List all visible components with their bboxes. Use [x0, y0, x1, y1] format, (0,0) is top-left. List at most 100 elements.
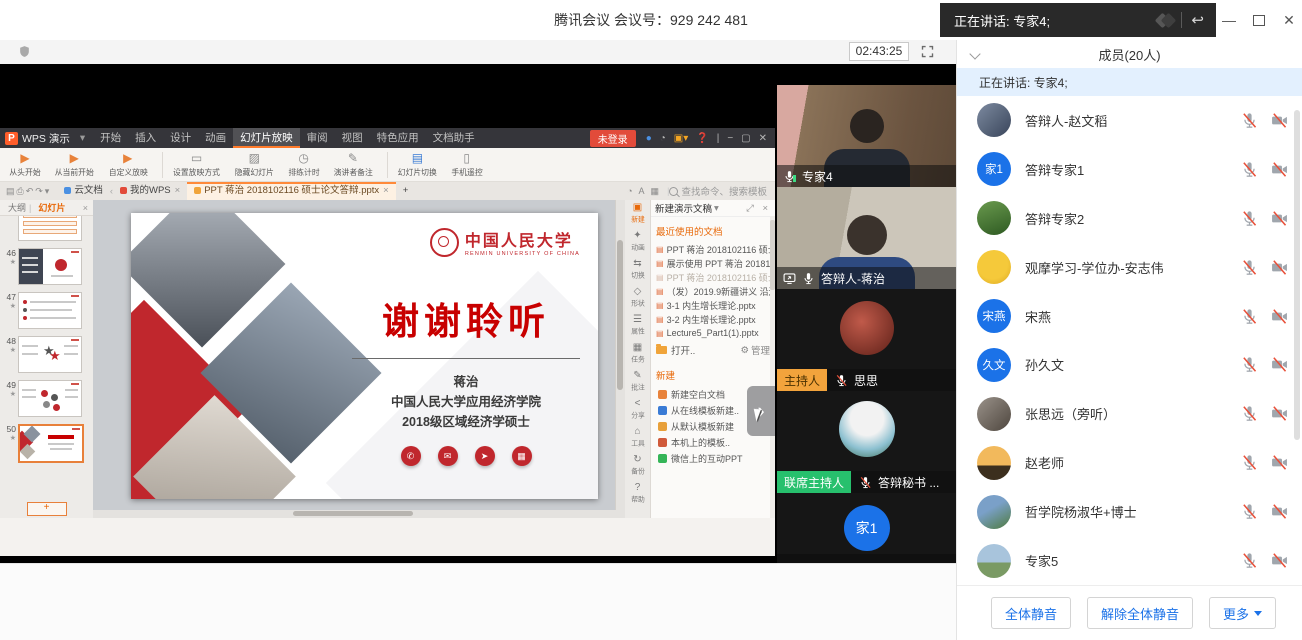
side-tool: ✦动画 [630, 230, 646, 258]
wps-titlebar: P WPS 演示 ▾ 开始 插入 设计 动画 幻灯片放映 审阅 视图 特色应用 … [0, 128, 775, 148]
member-row[interactable]: 宋燕 宋燕 [957, 292, 1302, 341]
camera-off-icon[interactable] [1271, 259, 1288, 276]
meeting-toolbar: 解除静音 开启视频 共享屏幕 + 邀请 管理成... 聊天 [0, 563, 956, 640]
slide-thumb: 47★ [0, 292, 93, 329]
slide-canvas: 中国人民大学 RENMIN UNIVERSITY OF CHINA 谢谢聆听 蒋… [93, 200, 625, 518]
member-name: 答辩专家1 [1025, 160, 1241, 179]
manage-link: ⚙管理 [740, 343, 770, 357]
mic-muted-icon[interactable] [1241, 552, 1258, 569]
side-tool: <分享 [630, 398, 646, 426]
video-tile-expert1[interactable]: 家1 [777, 493, 956, 563]
members-title: 成员(20人) [1098, 45, 1160, 64]
reply-arrow-icon[interactable]: ↩ [1191, 11, 1204, 29]
ruc-name-en: RENMIN UNIVERSITY OF CHINA [465, 251, 580, 257]
doc-tab-cloud: 云文档 [57, 182, 110, 200]
ruc-logo: 中国人民大学 RENMIN UNIVERSITY OF CHINA [430, 227, 580, 257]
slide-contact-icons: ✆ ✉ ➤ ▦ [346, 446, 586, 466]
camera-off-icon[interactable] [1271, 405, 1288, 422]
fullscreen-icon[interactable] [920, 44, 935, 59]
slide-thumbnails-panel: 大纲 | 幻灯片 × 46★ [0, 200, 94, 518]
member-name: 张思远（旁听） [1025, 404, 1241, 423]
side-tool: ✎批注 [630, 370, 646, 398]
phone-icon: ✆ [401, 446, 421, 466]
mic-muted-icon[interactable] [1241, 161, 1258, 178]
mic-muted-icon[interactable] [1241, 308, 1258, 325]
camera-off-icon[interactable] [1271, 210, 1288, 227]
wps-titlebar-icon: ◔ [660, 133, 666, 144]
mic-muted-icon [835, 374, 848, 387]
video-label-partial [777, 554, 956, 563]
outline-tab: 大纲 [8, 201, 26, 214]
member-row[interactable]: 哲学院杨淑华+博士 [957, 487, 1302, 536]
camera-off-icon[interactable] [1271, 112, 1288, 129]
wps-search-placeholder: 查找命令、搜索模板 [681, 184, 767, 198]
avatar [977, 495, 1011, 529]
avatar: 家1 [844, 505, 890, 551]
add-slide-row: + [0, 500, 93, 518]
members-scrollbar[interactable] [1294, 110, 1300, 440]
ribbon-separator [162, 152, 163, 178]
mic-muted-icon[interactable] [1241, 112, 1258, 129]
member-row[interactable]: 观摩学习-学位办-安志伟 [957, 243, 1302, 292]
more-button[interactable]: 更多 [1209, 597, 1276, 629]
member-row[interactable]: 答辩专家2 [957, 194, 1302, 243]
ribbon-separator [387, 152, 388, 178]
mic-muted-icon[interactable] [1241, 503, 1258, 520]
wps-minimize-icon: − [727, 133, 733, 144]
video-tile-sisi[interactable]: 主持人 思思 [777, 289, 956, 391]
member-row[interactable]: 久文 孙久文 [957, 341, 1302, 390]
member-row[interactable]: 答辩人-赵文稻 [957, 96, 1302, 145]
camera-off-icon[interactable] [1271, 454, 1288, 471]
wps-side-toolstrip: ▣新建 ✦动画 ⇆切换 ◇形状 ☰属性 ▦任务 ✎批注 <分享 ⌂工具 ↻备份 … [625, 200, 651, 518]
wps-logo-icon: P [5, 132, 18, 145]
unmute-all-button[interactable]: 解除全体静音 [1087, 597, 1193, 629]
slide-thumb: 49★ [0, 380, 93, 417]
member-row[interactable]: 专家5 [957, 536, 1302, 585]
ruc-emblem-icon [430, 228, 459, 257]
video-tile-jiangzhi[interactable]: 答辩人-蒋治 [777, 187, 956, 289]
wps-titlebar-icon: ▣▾ [674, 133, 688, 144]
video-tile-expert4[interactable]: 专家4 [777, 85, 956, 187]
avatar [977, 446, 1011, 480]
notes-icon: ✎ [348, 151, 358, 166]
member-name: 宋燕 [1025, 307, 1241, 326]
chevron-down-icon[interactable] [969, 48, 980, 59]
member-row[interactable]: 家1 答辩专家1 [957, 145, 1302, 194]
slide-divider [352, 358, 580, 359]
task-pane-scrollbar [770, 216, 775, 518]
ribbon-rehearse: ◷排练计时 [287, 151, 321, 178]
mic-muted-icon[interactable] [1241, 259, 1258, 276]
close-button[interactable]: ✕ [1276, 8, 1302, 32]
video-tile-secretary[interactable]: 联席主持人 答辩秘书 ... [777, 391, 956, 493]
avatar [977, 103, 1011, 137]
maximize-button[interactable] [1246, 8, 1272, 32]
camera-off-icon[interactable] [1271, 161, 1288, 178]
member-row[interactable]: 张思远（旁听） [957, 389, 1302, 438]
ribbon-from-beginning: ▶从头开始 [8, 151, 42, 178]
camera-off-icon[interactable] [1271, 356, 1288, 373]
members-footer: 全体静音 解除全体静音 更多 [957, 585, 1302, 640]
ribbon-slide-switch: ▤幻灯片切换 [396, 151, 439, 178]
mute-all-button[interactable]: 全体静音 [991, 597, 1071, 629]
screen-share-icon [783, 272, 796, 285]
mic-muted-icon[interactable] [1241, 356, 1258, 373]
hide-slide-icon: ▨ [249, 151, 260, 166]
slide-dept: 中国人民大学应用经济学院 [346, 392, 586, 412]
mic-muted-icon[interactable] [1241, 405, 1258, 422]
meeting-timer: 02:43:25 [849, 42, 909, 61]
play-icon: ▶ [20, 151, 29, 166]
minimize-button[interactable]: — [1216, 8, 1242, 32]
avatar [839, 401, 895, 457]
member-row[interactable]: 赵老师 [957, 438, 1302, 487]
member-name: 答辩专家2 [1025, 209, 1241, 228]
avatar: 宋燕 [977, 299, 1011, 333]
camera-off-icon[interactable] [1271, 308, 1288, 325]
camera-off-icon[interactable] [1271, 503, 1288, 520]
mic-muted-icon[interactable] [1241, 210, 1258, 227]
camera-off-icon[interactable] [1271, 552, 1288, 569]
mic-muted-icon[interactable] [1241, 454, 1258, 471]
wps-w-icon [120, 187, 127, 194]
slide-text-block: 谢谢聆听 蒋治 中国人民大学应用经济学院 2018级区域经济学硕士 ✆ ✉ ➤ … [346, 291, 586, 466]
wps-tab-home: 开始 [93, 128, 128, 148]
new-item: 本机上的模板.. [656, 434, 770, 450]
